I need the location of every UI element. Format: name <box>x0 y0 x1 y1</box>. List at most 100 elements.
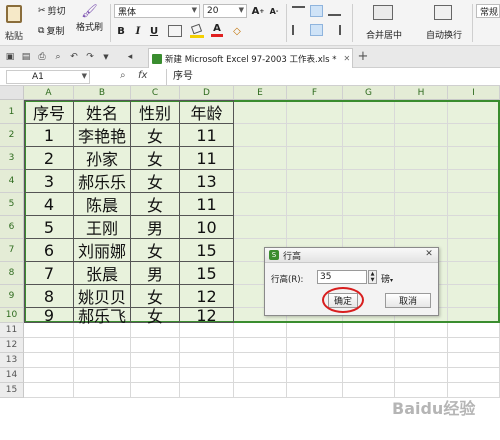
merge-center-button[interactable]: 合并居中 <box>358 3 410 43</box>
align-center-icon[interactable] <box>310 24 323 36</box>
align-bottom-icon[interactable] <box>328 6 341 16</box>
new-tab-button[interactable]: + <box>356 48 370 66</box>
table-cell[interactable]: 11 <box>180 147 234 170</box>
grid-cell[interactable] <box>180 353 234 368</box>
table-cell[interactable]: 女 <box>131 147 180 170</box>
row-height-input[interactable]: 35 <box>317 270 367 284</box>
column-header[interactable]: E <box>234 86 287 100</box>
row-header[interactable]: 4 <box>0 170 24 193</box>
table-header-cell[interactable]: 姓名 <box>74 100 131 124</box>
grid-cell[interactable] <box>234 353 287 368</box>
table-cell[interactable]: 郝乐乐 <box>74 170 131 193</box>
table-header-cell[interactable]: 性别 <box>131 100 180 124</box>
table-cell[interactable]: 11 <box>180 193 234 216</box>
column-header[interactable]: A <box>24 86 74 100</box>
table-cell[interactable]: 女 <box>131 239 180 262</box>
grid-cell[interactable] <box>131 383 180 398</box>
grid-cell[interactable] <box>448 323 500 338</box>
table-cell[interactable]: 郝乐飞 <box>74 307 131 326</box>
grid-cell[interactable] <box>287 323 343 338</box>
grow-font-button[interactable]: A + <box>252 4 265 18</box>
column-header[interactable]: B <box>74 86 131 100</box>
cut-button[interactable]: ✂ 剪切 <box>38 4 66 18</box>
row-header[interactable]: 3 <box>0 147 24 170</box>
grid-cell[interactable] <box>343 353 395 368</box>
align-left-icon[interactable] <box>292 25 305 35</box>
italic-button[interactable]: I <box>132 24 144 38</box>
table-cell[interactable]: 男 <box>131 216 180 239</box>
row-header[interactable]: 12 <box>0 338 24 353</box>
underline-button[interactable]: U <box>148 24 160 38</box>
grid-cell[interactable] <box>343 323 395 338</box>
column-header[interactable]: D <box>180 86 234 100</box>
grid-cell[interactable] <box>287 338 343 353</box>
paste-button[interactable]: 粘贴 <box>3 3 25 43</box>
grid-cell[interactable] <box>234 368 287 383</box>
table-cell[interactable]: 3 <box>24 170 74 193</box>
table-cell[interactable]: 1 <box>24 124 74 147</box>
grid-cell[interactable] <box>131 338 180 353</box>
grid-cell[interactable] <box>24 383 74 398</box>
save-icon[interactable]: ▣ <box>4 51 16 63</box>
row-header[interactable]: 10 <box>0 308 24 323</box>
grid-cell[interactable] <box>180 368 234 383</box>
grid-cell[interactable] <box>395 368 448 383</box>
table-cell[interactable]: 张晨 <box>74 262 131 285</box>
table-cell[interactable]: 7 <box>24 262 74 285</box>
grid-cell[interactable] <box>74 338 131 353</box>
format-painter-button[interactable]: 🖌 格式刷 <box>76 4 103 33</box>
table-cell[interactable]: 5 <box>24 216 74 239</box>
table-cell[interactable]: 女 <box>131 307 180 326</box>
grid-cell[interactable] <box>74 368 131 383</box>
grid-cell[interactable] <box>74 383 131 398</box>
name-box[interactable]: A1 ▼ <box>6 70 90 84</box>
align-middle-icon[interactable] <box>310 5 323 17</box>
grid-cell[interactable] <box>343 368 395 383</box>
grid-cell[interactable] <box>287 383 343 398</box>
grid-cell[interactable] <box>448 353 500 368</box>
grid-cell[interactable] <box>234 338 287 353</box>
grid-cell[interactable] <box>395 338 448 353</box>
font-color-button[interactable]: A <box>210 22 224 38</box>
grid-cell[interactable] <box>395 323 448 338</box>
select-all-corner[interactable] <box>0 86 24 100</box>
tab-menu-icon[interactable]: ◂ <box>124 51 136 63</box>
grid-cell[interactable] <box>180 383 234 398</box>
table-cell[interactable]: 10 <box>180 216 234 239</box>
shrink-font-button[interactable]: A- <box>268 4 280 18</box>
undo-icon[interactable]: ↶ <box>68 51 80 63</box>
row-header[interactable]: 9 <box>0 285 24 308</box>
cancel-button[interactable]: 取消 <box>385 293 431 308</box>
table-cell[interactable]: 李艳艳 <box>74 124 131 147</box>
table-cell[interactable]: 4 <box>24 193 74 216</box>
table-cell[interactable]: 15 <box>180 239 234 262</box>
grid-cell[interactable] <box>74 353 131 368</box>
row-header[interactable]: 7 <box>0 239 24 262</box>
column-header[interactable]: H <box>395 86 448 100</box>
grid-cell[interactable] <box>180 323 234 338</box>
table-cell[interactable]: 陈晨 <box>74 193 131 216</box>
table-cell[interactable]: 2 <box>24 147 74 170</box>
table-cell[interactable]: 女 <box>131 193 180 216</box>
bold-button[interactable]: B <box>115 24 127 38</box>
row-header[interactable]: 14 <box>0 368 24 383</box>
row-header[interactable]: 6 <box>0 216 24 239</box>
clear-format-icon[interactable]: ◇ <box>230 24 244 38</box>
customize-dropdown-icon[interactable]: ▼ <box>100 51 112 63</box>
grid-cell[interactable] <box>448 368 500 383</box>
font-size-select[interactable]: 20 ▼ <box>203 4 247 18</box>
table-cell[interactable]: 15 <box>180 262 234 285</box>
close-icon[interactable]: ✕ <box>423 249 435 261</box>
grid-cell[interactable] <box>24 338 74 353</box>
row-header[interactable]: 15 <box>0 383 24 398</box>
table-cell[interactable]: 男 <box>131 262 180 285</box>
redo-icon[interactable]: ↷ <box>84 51 96 63</box>
table-cell[interactable]: 12 <box>180 306 234 325</box>
row-header[interactable]: 11 <box>0 323 24 338</box>
grid-cell[interactable] <box>287 368 343 383</box>
column-header[interactable]: I <box>448 86 500 100</box>
table-header-cell[interactable]: 年龄 <box>180 100 234 124</box>
tab-document[interactable]: 新建 Microsoft Excel 97-2003 工作表.xls * ✕ <box>148 48 353 68</box>
row-header[interactable]: 1 <box>0 100 24 124</box>
align-top-icon[interactable] <box>292 6 305 16</box>
